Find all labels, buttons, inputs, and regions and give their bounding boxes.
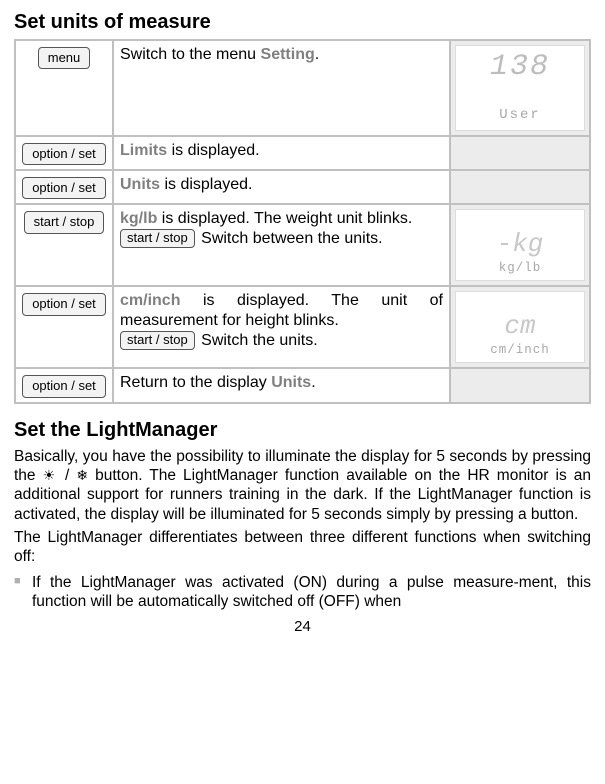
display-cell <box>450 170 590 204</box>
text-emph: Units <box>271 374 311 391</box>
text-emph: Setting <box>261 46 315 63</box>
menu-button: menu <box>38 47 91 69</box>
table-row: start / stop kg/lb is displayed. The wei… <box>15 204 590 286</box>
text: is displayed. <box>167 142 260 159</box>
table-row: option / set Units is displayed. <box>15 170 590 204</box>
lightmanager-bullets: If the LightManager was activated (ON) d… <box>14 573 591 612</box>
start-stop-button-inline: start / stop <box>120 331 195 350</box>
button-cell: option / set <box>15 170 113 204</box>
button-cell: option / set <box>15 368 113 402</box>
display-cell: cm cm/inch <box>450 286 590 368</box>
instructions-table: menu Switch to the menu Setting. 138 Use… <box>14 39 591 404</box>
display-icon: cm <box>504 313 535 339</box>
text: Switch the units. <box>197 332 318 349</box>
lightmanager-paragraph-2: The LightManager differentiates between … <box>14 528 591 567</box>
text: . <box>311 374 315 391</box>
display-label: kg/lb <box>499 261 542 277</box>
description-cell: Switch to the menu Setting. <box>113 40 450 136</box>
text-lead: cm/inch <box>120 292 180 309</box>
description-cell: cm/inch is displayed. The unit of measur… <box>113 286 450 368</box>
display-label: cm/inch <box>490 343 550 359</box>
table-row: option / set Limits is displayed. <box>15 136 590 170</box>
option-set-button: option / set <box>22 143 106 165</box>
display-cell: -kg kg/lb <box>450 204 590 286</box>
description-cell: kg/lb is displayed. The weight unit blin… <box>113 204 450 286</box>
list-item: If the LightManager was activated (ON) d… <box>14 573 591 612</box>
start-stop-button-inline: start / stop <box>120 229 195 248</box>
text-lead: kg/lb <box>120 210 157 227</box>
display-cell <box>450 136 590 170</box>
table-row: option / set Return to the display Units… <box>15 368 590 402</box>
option-set-button: option / set <box>22 293 106 315</box>
text: Switch to the menu <box>120 46 261 63</box>
text: . <box>315 46 319 63</box>
button-cell: start / stop <box>15 204 113 286</box>
heading-lightmanager: Set the LightManager <box>14 418 591 443</box>
display-cell <box>450 368 590 402</box>
text: / <box>58 467 76 484</box>
option-set-button: option / set <box>22 177 106 199</box>
text: button. The LightManager function availa… <box>14 467 591 523</box>
button-cell: option / set <box>15 286 113 368</box>
display-label: User <box>499 107 541 125</box>
text: Switch between the units. <box>197 230 383 247</box>
heading-set-units: Set units of measure <box>14 10 591 35</box>
text-lead: Limits <box>120 142 167 159</box>
description-cell: Return to the display Units. <box>113 368 450 402</box>
button-cell: menu <box>15 40 113 136</box>
description-cell: Units is displayed. <box>113 170 450 204</box>
snow-icon: ❄ <box>76 467 88 483</box>
text: is displayed. <box>160 176 253 193</box>
text: Return to the display <box>120 374 271 391</box>
lightmanager-paragraph-1: Basically, you have the possibility to i… <box>14 447 591 525</box>
text-lead: Units <box>120 176 160 193</box>
display-icon: -kg <box>497 231 544 257</box>
display-cell: 138 User <box>450 40 590 136</box>
button-cell: option / set <box>15 136 113 170</box>
table-row: menu Switch to the menu Setting. 138 Use… <box>15 40 590 136</box>
start-stop-button: start / stop <box>24 211 105 233</box>
text: is displayed. The weight unit blinks. <box>157 210 412 227</box>
light-icon: ☀ <box>43 467 58 483</box>
page-number: 24 <box>14 618 591 637</box>
description-cell: Limits is displayed. <box>113 136 450 170</box>
option-set-button: option / set <box>22 375 106 397</box>
table-row: option / set cm/inch is displayed. The u… <box>15 286 590 368</box>
display-number: 138 <box>490 52 550 82</box>
